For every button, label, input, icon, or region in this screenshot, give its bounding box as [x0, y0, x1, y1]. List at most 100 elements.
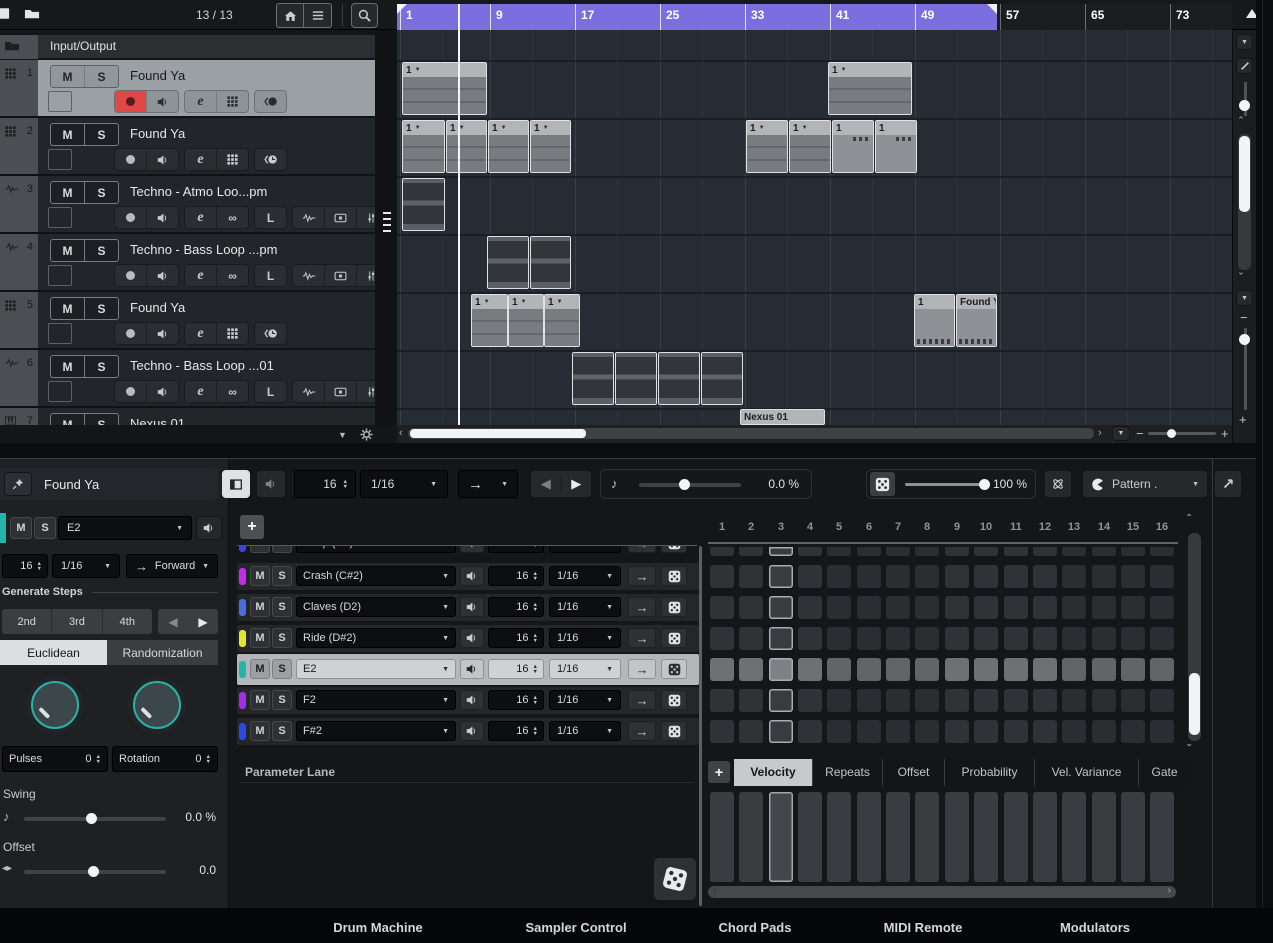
track-row[interactable]: 2 M S Found Ya e — [0, 118, 375, 176]
tab-modulators[interactable]: Modulators — [1060, 915, 1130, 942]
step-cell[interactable] — [739, 720, 763, 743]
lane-name-select[interactable]: Ride (D#2) ▼ — [296, 628, 456, 648]
edit-channel-button[interactable]: e — [185, 381, 216, 402]
freeze-button[interactable]: L — [255, 381, 286, 402]
step-cell[interactable] — [857, 596, 881, 619]
project-overview-button[interactable] — [276, 3, 304, 28]
step-cell[interactable] — [1033, 689, 1057, 712]
lane-randomize-button[interactable] — [661, 659, 687, 679]
clip-pattern[interactable]: 1 ▼ — [402, 62, 487, 115]
param-tab-gate[interactable]: Gate — [1138, 759, 1190, 786]
mute-button[interactable]: M — [10, 517, 32, 539]
clip-pattern[interactable]: 1 ▼ — [402, 120, 445, 173]
step-cell[interactable] — [1062, 596, 1086, 619]
step-cell[interactable] — [886, 596, 910, 619]
step-cell[interactable] — [945, 627, 969, 650]
zoom-in-icon[interactable]: + — [1221, 426, 1229, 441]
param-tab-offset[interactable]: Offset — [882, 759, 944, 786]
lane-randomize-button[interactable] — [661, 566, 687, 586]
record-arm-button[interactable] — [115, 91, 146, 112]
lane-name-select[interactable]: F#2 ▼ — [296, 721, 456, 741]
step-cell[interactable] — [769, 565, 793, 588]
step-cell[interactable] — [857, 565, 881, 588]
monitor-button[interactable] — [146, 91, 178, 112]
step-cell[interactable] — [1062, 658, 1086, 681]
lane-direction-button[interactable]: → — [628, 597, 656, 617]
step-cell[interactable] — [1004, 720, 1028, 743]
clip-pattern[interactable]: 1 ▼ — [544, 294, 580, 347]
lane-randomize-button[interactable] — [661, 546, 687, 553]
solo-button[interactable]: S — [84, 240, 118, 261]
step-cell[interactable] — [739, 627, 763, 650]
track-scale-thumb[interactable] — [1239, 100, 1250, 111]
step-cell[interactable] — [857, 689, 881, 712]
lane-grid-select[interactable]: 1/16 ▼ — [549, 597, 621, 617]
lane-monitor-button[interactable] — [460, 628, 484, 648]
lane-mute-button[interactable]: M — [250, 690, 270, 710]
step-cell[interactable] — [710, 596, 734, 619]
track-delay-button[interactable] — [255, 149, 286, 170]
step-cell[interactable] — [827, 596, 851, 619]
clip-midi[interactable]: Found Ya — [956, 294, 997, 347]
lane-direction-button[interactable]: → — [628, 721, 656, 741]
step-cell[interactable] — [915, 565, 939, 588]
zoom-preset-button[interactable]: ▼ — [1236, 290, 1253, 306]
step-cell[interactable] — [1033, 596, 1057, 619]
lane-mute-button[interactable]: M — [250, 721, 270, 741]
step-cell[interactable] — [827, 547, 851, 556]
step-cell[interactable] — [1121, 720, 1145, 743]
step-cell[interactable] — [915, 596, 939, 619]
step-cell[interactable] — [886, 658, 910, 681]
step-cell[interactable] — [1121, 627, 1145, 650]
monitor-button[interactable] — [146, 149, 178, 170]
offset-slider-thumb[interactable] — [88, 866, 99, 877]
lane-solo-button[interactable]: S — [272, 546, 292, 553]
velocity-bar[interactable] — [1121, 792, 1145, 882]
pin-button[interactable] — [4, 472, 32, 496]
stepper-icon[interactable]: ▲▼ — [533, 633, 538, 644]
step-cell[interactable] — [1062, 720, 1086, 743]
horizontal-scrollbar-thumb[interactable] — [410, 429, 586, 438]
step-cell[interactable] — [1092, 720, 1116, 743]
step-cell[interactable] — [1004, 689, 1028, 712]
step-cell[interactable] — [857, 720, 881, 743]
track-enable-checkbox[interactable] — [48, 91, 72, 112]
clip-audio[interactable] — [572, 352, 614, 405]
lane-solo-button[interactable]: S — [272, 597, 292, 617]
zoom-out-icon[interactable]: − — [1240, 310, 1248, 325]
stepper-icon[interactable]: ▲▼ — [533, 602, 538, 613]
step-cell[interactable] — [1033, 720, 1057, 743]
step-cell[interactable] — [857, 658, 881, 681]
clip-pattern[interactable]: 1 ▼ — [789, 120, 831, 173]
step-cell[interactable] — [1004, 547, 1028, 556]
step-cell[interactable] — [1121, 547, 1145, 556]
lane-solo-button[interactable]: S — [272, 628, 292, 648]
vertical-zoom-thumb[interactable] — [1239, 334, 1250, 345]
step-cell[interactable] — [945, 658, 969, 681]
scroll-right-icon[interactable]: › — [1168, 885, 1171, 896]
channel-settings-button[interactable] — [356, 265, 375, 286]
random-amount-thumb[interactable] — [979, 479, 990, 490]
step-cell[interactable] — [739, 689, 763, 712]
shift-right-icon[interactable]: ▶ — [188, 609, 218, 634]
stepper-icon[interactable]: ▲▼ — [533, 695, 538, 706]
velocity-bar[interactable] — [769, 792, 793, 882]
step-cell[interactable] — [798, 596, 822, 619]
step-cell[interactable] — [1121, 565, 1145, 588]
clip-audio[interactable] — [402, 178, 445, 231]
step-cell[interactable] — [886, 720, 910, 743]
drum-lane-row[interactable]: M S F#2 ▼ 16 ▲ ▼ 1/16 ▼ → — [237, 718, 699, 745]
step-cell[interactable] — [710, 658, 734, 681]
stepper-icon[interactable]: ▲▼ — [343, 479, 348, 490]
step-cell[interactable] — [1150, 547, 1174, 556]
step-cell[interactable] — [915, 689, 939, 712]
velocity-bar[interactable] — [886, 792, 910, 882]
track-main[interactable]: M S Techno - Bass Loop ...01 e ∞ L — [38, 350, 375, 406]
record-arm-button[interactable] — [115, 207, 146, 228]
step-cell[interactable] — [915, 658, 939, 681]
step-cell[interactable] — [915, 547, 939, 556]
grid-select[interactable]: 1/16 ▼ — [52, 554, 120, 578]
swing-slider-thumb[interactable] — [86, 813, 97, 824]
step-cell[interactable] — [945, 720, 969, 743]
lane-steps-stepper[interactable]: 16 ▲▼ — [488, 628, 544, 648]
